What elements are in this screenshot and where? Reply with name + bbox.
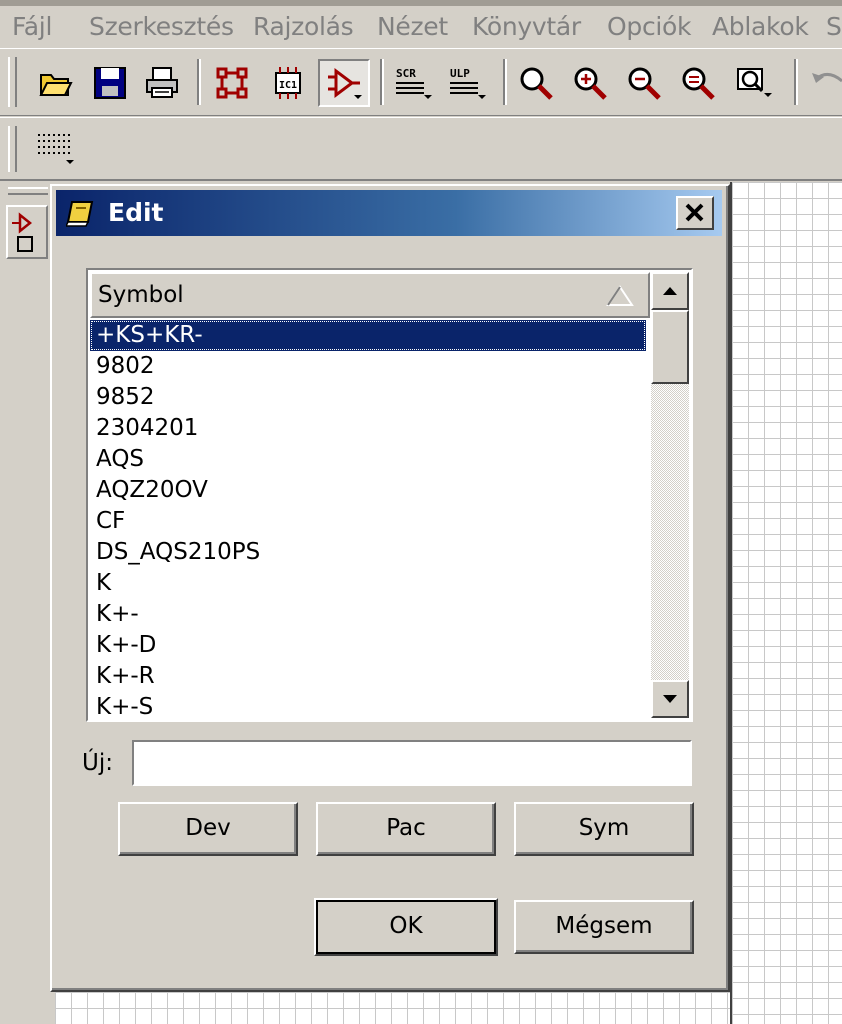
column-header-label: Symbol xyxy=(98,282,184,308)
list-item[interactable]: DS_AQS210PS xyxy=(90,537,646,568)
list-item[interactable]: AQS xyxy=(90,444,646,475)
svg-text:SCR: SCR xyxy=(396,67,416,80)
symbol-button[interactable] xyxy=(318,59,370,107)
list-item[interactable]: AQZ20OV xyxy=(90,475,646,506)
zoom-in-button[interactable] xyxy=(568,61,612,105)
list-item[interactable]: 9802 xyxy=(90,351,646,382)
toolbar-separator xyxy=(503,59,507,105)
list-item[interactable]: K+-S xyxy=(90,692,646,720)
panel-symbol-button[interactable] xyxy=(6,205,48,259)
package-button[interactable]: IC1 xyxy=(266,61,310,105)
command-panel xyxy=(0,181,55,1024)
vertical-scrollbar[interactable] xyxy=(651,272,689,718)
zoom-fit-button[interactable] xyxy=(514,61,558,105)
list-item[interactable]: 9852 xyxy=(90,382,646,413)
print-icon xyxy=(146,67,178,98)
menu-windows[interactable]: Ablakok xyxy=(712,12,809,41)
zoom-select-button[interactable] xyxy=(732,61,776,105)
list-item[interactable]: K xyxy=(90,568,646,599)
ulp-button[interactable]: ULP xyxy=(444,61,488,105)
ulp-icon: ULP xyxy=(450,67,486,99)
zoom-out-button[interactable] xyxy=(622,61,666,105)
menu-edit[interactable]: Szerkesztés xyxy=(89,12,234,41)
close-icon xyxy=(685,203,704,222)
edit-dialog: Edit Symbol +KS+KR- 9802 9852 2304201 AQS AQZ… xyxy=(50,184,730,992)
dialog-titlebar[interactable]: Edit xyxy=(56,190,722,236)
script-icon: SCR xyxy=(396,67,432,99)
main-toolbar: IC1 SCR ULP xyxy=(0,48,842,116)
menu-bar: Fájl Szerkesztés Rajzolás Nézet Könyvtár… xyxy=(0,0,842,48)
list-item[interactable]: 2304201 xyxy=(90,413,646,444)
drawing-canvas[interactable] xyxy=(55,992,730,1024)
toolbar-separator xyxy=(197,59,201,105)
sym-button[interactable]: Sym xyxy=(514,802,694,856)
dialog-title: Edit xyxy=(108,198,164,227)
zoom-redraw-button[interactable] xyxy=(676,61,720,105)
menu-view[interactable]: Nézet xyxy=(377,12,448,41)
menu-file[interactable]: Fájl xyxy=(12,12,52,41)
menu-library[interactable]: Könyvtár xyxy=(472,12,581,41)
pac-button[interactable]: Pac xyxy=(316,802,496,856)
list-rows: +KS+KR- 9802 9852 2304201 AQS AQZ20OV CF DS_AQS… xyxy=(90,320,650,720)
save-icon xyxy=(94,67,126,99)
secondary-toolbar xyxy=(0,117,842,181)
toolbar-separator xyxy=(794,59,798,105)
scroll-up-button[interactable] xyxy=(651,272,689,310)
zoom-fit-icon xyxy=(520,67,553,100)
svg-text:IC1: IC1 xyxy=(279,80,297,91)
new-name-input[interactable] xyxy=(132,740,692,786)
symbol-icon xyxy=(12,212,33,252)
library-book-icon xyxy=(66,201,94,227)
print-button[interactable] xyxy=(140,61,184,105)
close-button[interactable] xyxy=(676,196,714,230)
cancel-button[interactable]: Mégsem xyxy=(514,900,694,954)
zoom-redraw-icon xyxy=(682,67,715,100)
zoom-in-icon xyxy=(574,67,607,100)
board-button[interactable] xyxy=(210,61,254,105)
list-item[interactable]: K+- xyxy=(90,599,646,630)
list-item[interactable]: CF xyxy=(90,506,646,537)
svg-text:ULP: ULP xyxy=(450,67,470,80)
scroll-thumb[interactable] xyxy=(651,310,689,384)
zoom-out-icon xyxy=(628,67,661,100)
undo-icon xyxy=(812,73,842,83)
scroll-down-button[interactable] xyxy=(651,680,689,718)
symbol-list[interactable]: Symbol +KS+KR- 9802 9852 2304201 AQS AQZ20OV C… xyxy=(86,268,693,722)
list-item[interactable]: +KS+KR- xyxy=(90,320,646,351)
list-item[interactable]: K+-R xyxy=(90,661,646,692)
column-header-symbol[interactable]: Symbol xyxy=(90,272,650,318)
script-button[interactable]: SCR xyxy=(390,61,434,105)
zoom-select-icon xyxy=(737,68,772,97)
grid-icon xyxy=(38,134,74,164)
open-button[interactable] xyxy=(34,61,78,105)
arrow-up-icon xyxy=(663,287,677,295)
toolbar-grip[interactable] xyxy=(8,126,17,172)
menu-more[interactable]: S xyxy=(826,12,842,41)
new-name-label: Új: xyxy=(82,750,113,776)
symbol-icon xyxy=(328,68,362,99)
arrow-down-icon xyxy=(663,695,677,703)
sort-ascending-icon xyxy=(606,285,634,306)
list-item[interactable]: K+-D xyxy=(90,630,646,661)
panel-grip[interactable] xyxy=(8,187,48,195)
ok-button[interactable]: OK xyxy=(314,898,498,956)
toolbar-separator xyxy=(380,59,384,105)
open-folder-icon xyxy=(39,74,73,96)
menu-draw[interactable]: Rajzolás xyxy=(253,12,354,41)
undo-button[interactable] xyxy=(804,61,842,105)
save-button[interactable] xyxy=(88,61,132,105)
menu-options[interactable]: Opciók xyxy=(607,12,692,41)
grid-button[interactable] xyxy=(32,126,76,170)
toolbar-grip[interactable] xyxy=(8,57,17,107)
drawing-canvas[interactable] xyxy=(730,182,842,1024)
dev-button[interactable]: Dev xyxy=(118,802,298,856)
package-icon: IC1 xyxy=(275,67,301,99)
board-icon xyxy=(216,67,248,99)
